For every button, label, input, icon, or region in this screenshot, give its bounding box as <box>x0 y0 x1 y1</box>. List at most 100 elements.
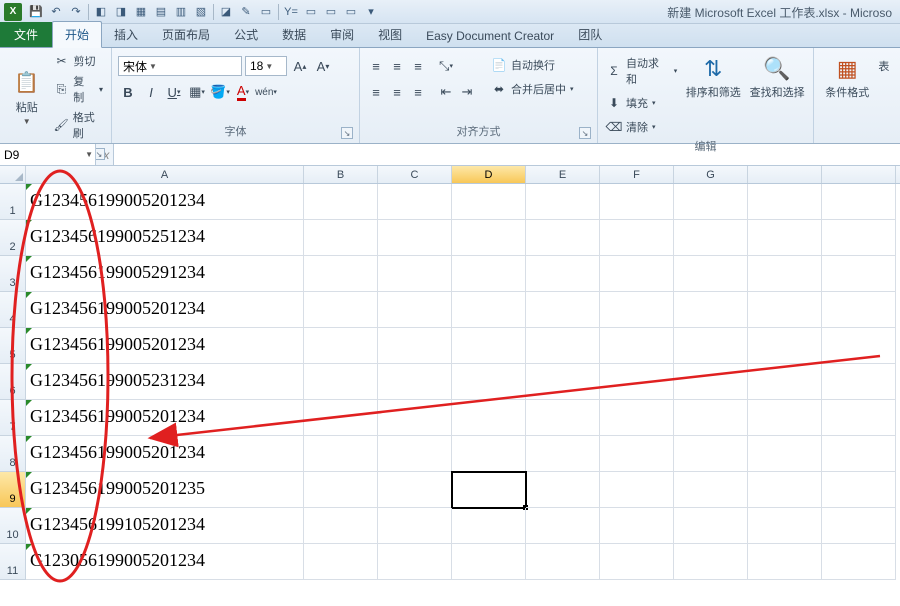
qat-btn-3[interactable]: ▦ <box>131 3 151 21</box>
row-header[interactable]: 1 <box>0 184 26 220</box>
cell[interactable] <box>822 544 896 580</box>
cell[interactable] <box>674 292 748 328</box>
tab-data[interactable]: 数据 <box>270 22 318 47</box>
cell[interactable] <box>526 436 600 472</box>
cell[interactable] <box>674 184 748 220</box>
cell[interactable] <box>600 256 674 292</box>
cell[interactable] <box>526 184 600 220</box>
decrease-indent-button[interactable]: ⇤ <box>436 82 456 102</box>
cell[interactable]: G123456199105201234 <box>26 508 304 544</box>
cell[interactable] <box>304 472 378 508</box>
column-header-C[interactable]: C <box>378 166 452 183</box>
cell[interactable] <box>674 220 748 256</box>
qat-btn-13[interactable]: ▭ <box>341 3 361 21</box>
row-header[interactable]: 3 <box>0 256 26 292</box>
cell[interactable]: G123056199005201234 <box>26 544 304 580</box>
cell[interactable] <box>748 544 822 580</box>
autosum-button[interactable]: Σ自动求和▾ <box>604 54 679 88</box>
cell[interactable] <box>526 328 600 364</box>
conditional-formatting-button[interactable]: ▦ 条件格式 <box>820 52 874 137</box>
sort-filter-button[interactable]: ⇅ 排序和筛选 <box>683 52 743 136</box>
cell[interactable]: G123456199005201235 <box>26 472 304 508</box>
tab-edc[interactable]: Easy Document Creator <box>414 25 566 47</box>
cell[interactable] <box>600 436 674 472</box>
qat-btn-6[interactable]: ▧ <box>191 3 211 21</box>
cell[interactable] <box>304 328 378 364</box>
cell[interactable] <box>378 544 452 580</box>
cell[interactable] <box>748 508 822 544</box>
cell[interactable] <box>526 220 600 256</box>
cell[interactable] <box>674 364 748 400</box>
qat-save[interactable]: 💾 <box>26 3 46 21</box>
cell[interactable] <box>600 292 674 328</box>
qat-btn-5[interactable]: ▥ <box>171 3 191 21</box>
cell[interactable] <box>526 544 600 580</box>
decrease-font-button[interactable]: A▾ <box>313 56 333 76</box>
row-header[interactable]: 6 <box>0 364 26 400</box>
cell[interactable] <box>452 292 526 328</box>
cell[interactable] <box>822 400 896 436</box>
cell[interactable] <box>600 184 674 220</box>
paste-button[interactable]: 📋 粘贴 ▼ <box>6 52 48 142</box>
align-bottom-button[interactable]: ≡ <box>408 56 428 76</box>
phonetic-button[interactable]: wén▾ <box>256 82 276 102</box>
cell[interactable] <box>822 184 896 220</box>
row-header[interactable]: 4 <box>0 292 26 328</box>
cell[interactable] <box>526 364 600 400</box>
cell[interactable] <box>378 508 452 544</box>
cell[interactable] <box>452 436 526 472</box>
row-header[interactable]: 11 <box>0 544 26 580</box>
cut-button[interactable]: ✂剪切 <box>52 52 105 70</box>
cell[interactable] <box>304 508 378 544</box>
tab-team[interactable]: 团队 <box>566 22 614 47</box>
align-center-button[interactable]: ≡ <box>387 82 407 102</box>
tab-view[interactable]: 视图 <box>366 22 414 47</box>
cell[interactable] <box>378 328 452 364</box>
cell[interactable] <box>526 472 600 508</box>
qat-btn-4[interactable]: ▤ <box>151 3 171 21</box>
row-header[interactable]: 2 <box>0 220 26 256</box>
cell[interactable]: G123456199005201234 <box>26 184 304 220</box>
cell[interactable] <box>600 544 674 580</box>
cell[interactable] <box>600 472 674 508</box>
clear-button[interactable]: ⌫清除▾ <box>604 118 679 136</box>
cell[interactable] <box>674 436 748 472</box>
column-header-extra[interactable] <box>822 166 896 183</box>
tab-pagelayout[interactable]: 页面布局 <box>150 22 222 47</box>
column-header-A[interactable]: A <box>26 166 304 183</box>
cell[interactable] <box>304 436 378 472</box>
cell[interactable] <box>526 508 600 544</box>
cell[interactable] <box>674 400 748 436</box>
font-name-combo[interactable]: 宋体▼ <box>118 56 242 76</box>
cell[interactable] <box>378 436 452 472</box>
cell[interactable] <box>822 220 896 256</box>
cell[interactable] <box>600 220 674 256</box>
cell[interactable] <box>378 256 452 292</box>
cell[interactable] <box>822 472 896 508</box>
cell[interactable] <box>452 400 526 436</box>
row-header[interactable]: 5 <box>0 328 26 364</box>
italic-button[interactable]: I <box>141 82 161 102</box>
wrap-text-button[interactable]: 📄自动换行 <box>489 56 576 74</box>
cell[interactable] <box>674 472 748 508</box>
column-header-D[interactable]: D <box>452 166 526 183</box>
align-middle-button[interactable]: ≡ <box>387 56 407 76</box>
cell[interactable] <box>378 292 452 328</box>
cell[interactable] <box>822 364 896 400</box>
cell[interactable] <box>600 328 674 364</box>
fill-button[interactable]: ⬇填充▾ <box>604 94 679 112</box>
cell[interactable] <box>378 472 452 508</box>
cell[interactable] <box>748 364 822 400</box>
bold-button[interactable]: B <box>118 82 138 102</box>
cell[interactable] <box>748 472 822 508</box>
font-color-button[interactable]: A▾ <box>233 82 253 102</box>
border-button[interactable]: ▦▾ <box>187 82 207 102</box>
cell[interactable] <box>674 328 748 364</box>
tab-file[interactable]: 文件 <box>0 22 52 47</box>
qat-btn-9[interactable]: ▭ <box>256 3 276 21</box>
cell[interactable] <box>748 400 822 436</box>
cell[interactable]: G123456199005251234 <box>26 220 304 256</box>
tab-formulas[interactable]: 公式 <box>222 22 270 47</box>
fill-color-button[interactable]: 🪣▾ <box>210 82 230 102</box>
name-box[interactable]: D9▼ <box>0 144 96 165</box>
